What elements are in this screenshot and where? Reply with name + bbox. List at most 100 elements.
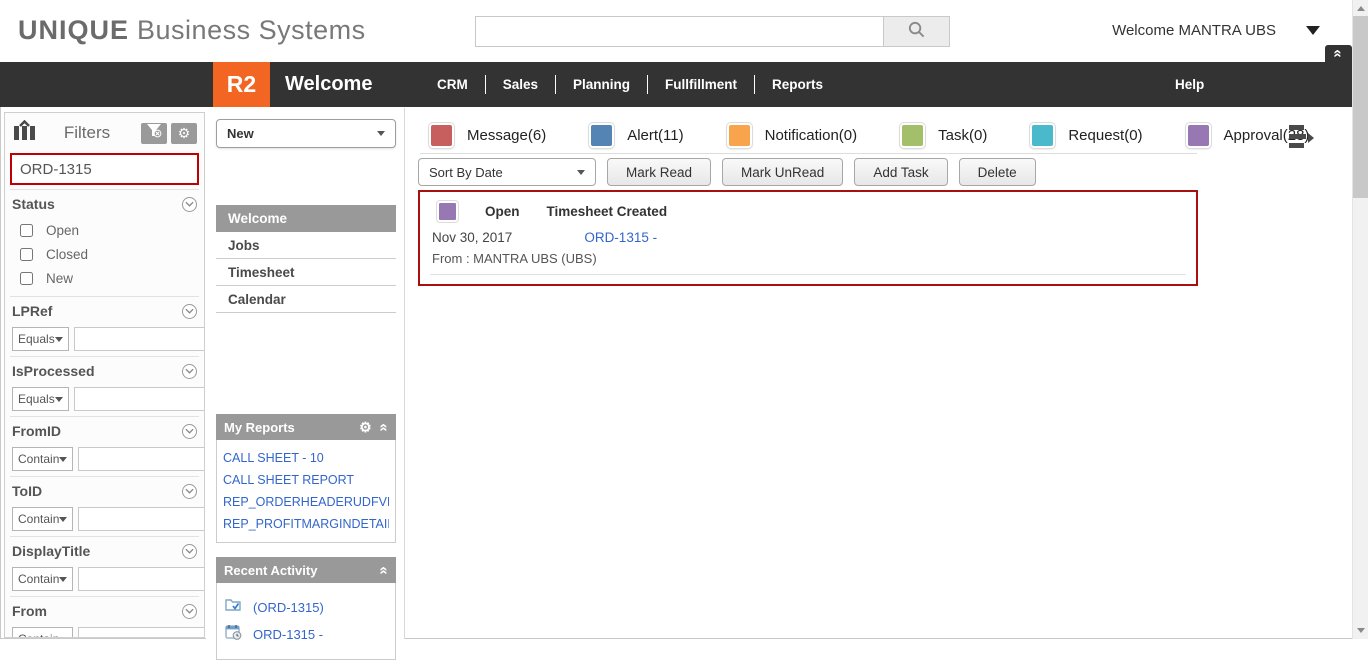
nav-tab-planning[interactable]: Planning [556,75,648,94]
global-search [475,16,950,47]
menu-item-jobs[interactable]: Jobs [216,232,396,259]
page-title: Welcome [285,62,372,107]
filter-operator-row: Contain [12,447,197,471]
global-search-input[interactable] [475,16,884,47]
fromid-value-input[interactable] [78,447,205,471]
sort-by-dropdown[interactable]: Sort By Date [418,158,596,186]
checkbox-closed[interactable]: Closed [20,242,197,266]
caret-down-icon [59,577,67,582]
operator-value: Contain [18,512,59,526]
closed-checkbox[interactable] [20,248,33,261]
recent-activity-title: Recent Activity [224,563,317,578]
checkbox-open[interactable]: Open [20,218,197,242]
category-alert[interactable]: Alert(11) [589,123,683,148]
lpref-operator-select[interactable]: Equals [12,327,69,351]
scroll-up-arrow-icon[interactable] [1357,6,1365,11]
mark-unread-button[interactable]: Mark UnRead [722,158,843,186]
report-link[interactable]: CALL SHEET - 10 [223,447,389,469]
add-task-button[interactable]: Add Task [854,158,947,186]
filter-operator-row: Contain [12,507,197,531]
filter-columns-icon[interactable] [12,120,37,147]
recent-activity-item[interactable]: (ORD-1315) [225,597,387,617]
checkbox-new[interactable]: New [20,266,197,290]
caret-down-icon [59,517,67,522]
filter-settings-button[interactable]: ⚙ [171,123,197,144]
fromid-operator-select[interactable]: Contain [12,447,73,471]
filter-search-input[interactable] [20,161,205,178]
filter-label-status: Status [12,196,55,212]
vertical-scrollbar[interactable] [1352,0,1368,639]
nav-tab-crm[interactable]: CRM [420,75,486,94]
filter-label-from: From [12,603,47,619]
chevron-down-icon[interactable] [182,424,197,439]
toid-value-input[interactable] [78,507,205,531]
recent-activity-item[interactable]: ORD-1315 - [225,624,387,645]
scroll-down-arrow-icon[interactable] [1357,628,1365,633]
menu-item-timesheet[interactable]: Timesheet [216,259,396,286]
filter-label-displaytitle: DisplayTitle [12,543,90,559]
from-operator-select[interactable]: Contain [12,627,73,638]
message-date: Nov 30, 2017 [432,230,512,245]
recent-activity-link[interactable]: (ORD-1315) [253,600,324,615]
checkbox-label: New [46,271,73,286]
caret-down-icon [55,397,63,402]
from-value-input[interactable] [78,627,205,638]
operator-value: Contain [18,452,59,466]
mark-read-button[interactable]: Mark Read [607,158,711,186]
new-checkbox[interactable] [20,272,33,285]
message-reference-link[interactable]: ORD-1315 - [584,230,657,245]
displaytitle-value-input[interactable] [78,567,205,591]
message-card[interactable]: Open Timesheet Created Nov 30, 2017 ORD-… [418,190,1198,286]
report-link[interactable]: REP_PROFITMARGINDETAIL [223,513,389,535]
chevron-down-icon[interactable] [182,304,197,319]
filters-panel: Filters ⚙ Status Open Closed New LPRef [4,112,205,638]
clear-filter-button[interactable] [141,123,167,144]
collapse-header-button[interactable]: « [1325,45,1352,62]
chevron-down-icon[interactable] [182,544,197,559]
report-link[interactable]: CALL SHEET REPORT [223,469,389,491]
r2-brand-badge[interactable]: R2 [213,62,270,107]
category-tabs: Message(6) Alert(11) Notification(0) Tas… [429,119,1309,151]
displaytitle-operator-select[interactable]: Contain [12,567,73,591]
chevron-down-icon[interactable] [182,364,197,379]
help-link[interactable]: Help [1175,62,1204,107]
report-link[interactable]: REP_ORDERHEADERUDFVI... [223,491,389,513]
delete-button[interactable]: Delete [959,158,1036,186]
arrow-right-icon [1308,133,1314,143]
caret-down-icon [577,170,585,175]
filters-header: Filters ⚙ [10,113,199,153]
chevron-down-icon[interactable] [182,484,197,499]
chevron-down-icon[interactable] [182,604,197,619]
more-options-icon[interactable] [1289,125,1315,151]
category-task[interactable]: Task(0) [900,123,987,148]
user-menu[interactable]: Welcome MANTRA UBS [1112,22,1320,39]
filter-operator-row: Contain [12,627,197,638]
checkbox-label: Open [46,223,79,238]
nav-tab-fulfillment[interactable]: Fullfillment [648,75,755,94]
isprocessed-value-input[interactable] [74,387,205,411]
main-navbar: R2 Welcome CRM Sales Planning Fullfillme… [0,62,1352,107]
isprocessed-operator-select[interactable]: Equals [12,387,69,411]
recent-activity-link[interactable]: ORD-1315 - [253,627,323,642]
scrollbar-thumb[interactable] [1353,16,1368,198]
category-message[interactable]: Message(6) [429,123,546,148]
open-checkbox[interactable] [20,224,33,237]
collapse-panel-icon[interactable]: « [376,566,391,574]
my-reports-title: My Reports [224,420,295,435]
collapse-panel-icon[interactable]: « [376,423,391,431]
logo-primary: UNIQUE [18,15,129,45]
gear-icon[interactable]: ⚙ [359,419,372,436]
menu-item-welcome[interactable]: Welcome [216,205,396,232]
menu-item-calendar[interactable]: Calendar [216,286,396,313]
global-search-button[interactable] [884,16,950,47]
chevron-down-icon[interactable] [182,197,197,212]
category-request[interactable]: Request(0) [1030,123,1142,148]
recent-activity-header: Recent Activity « [216,557,396,583]
category-notification[interactable]: Notification(0) [727,123,858,148]
lpref-value-input[interactable] [74,327,205,351]
toid-operator-select[interactable]: Contain [12,507,73,531]
new-dropdown[interactable]: New [216,119,396,148]
request-color-swatch-icon [1030,123,1055,148]
nav-tab-sales[interactable]: Sales [486,75,556,94]
nav-tab-reports[interactable]: Reports [755,75,840,94]
